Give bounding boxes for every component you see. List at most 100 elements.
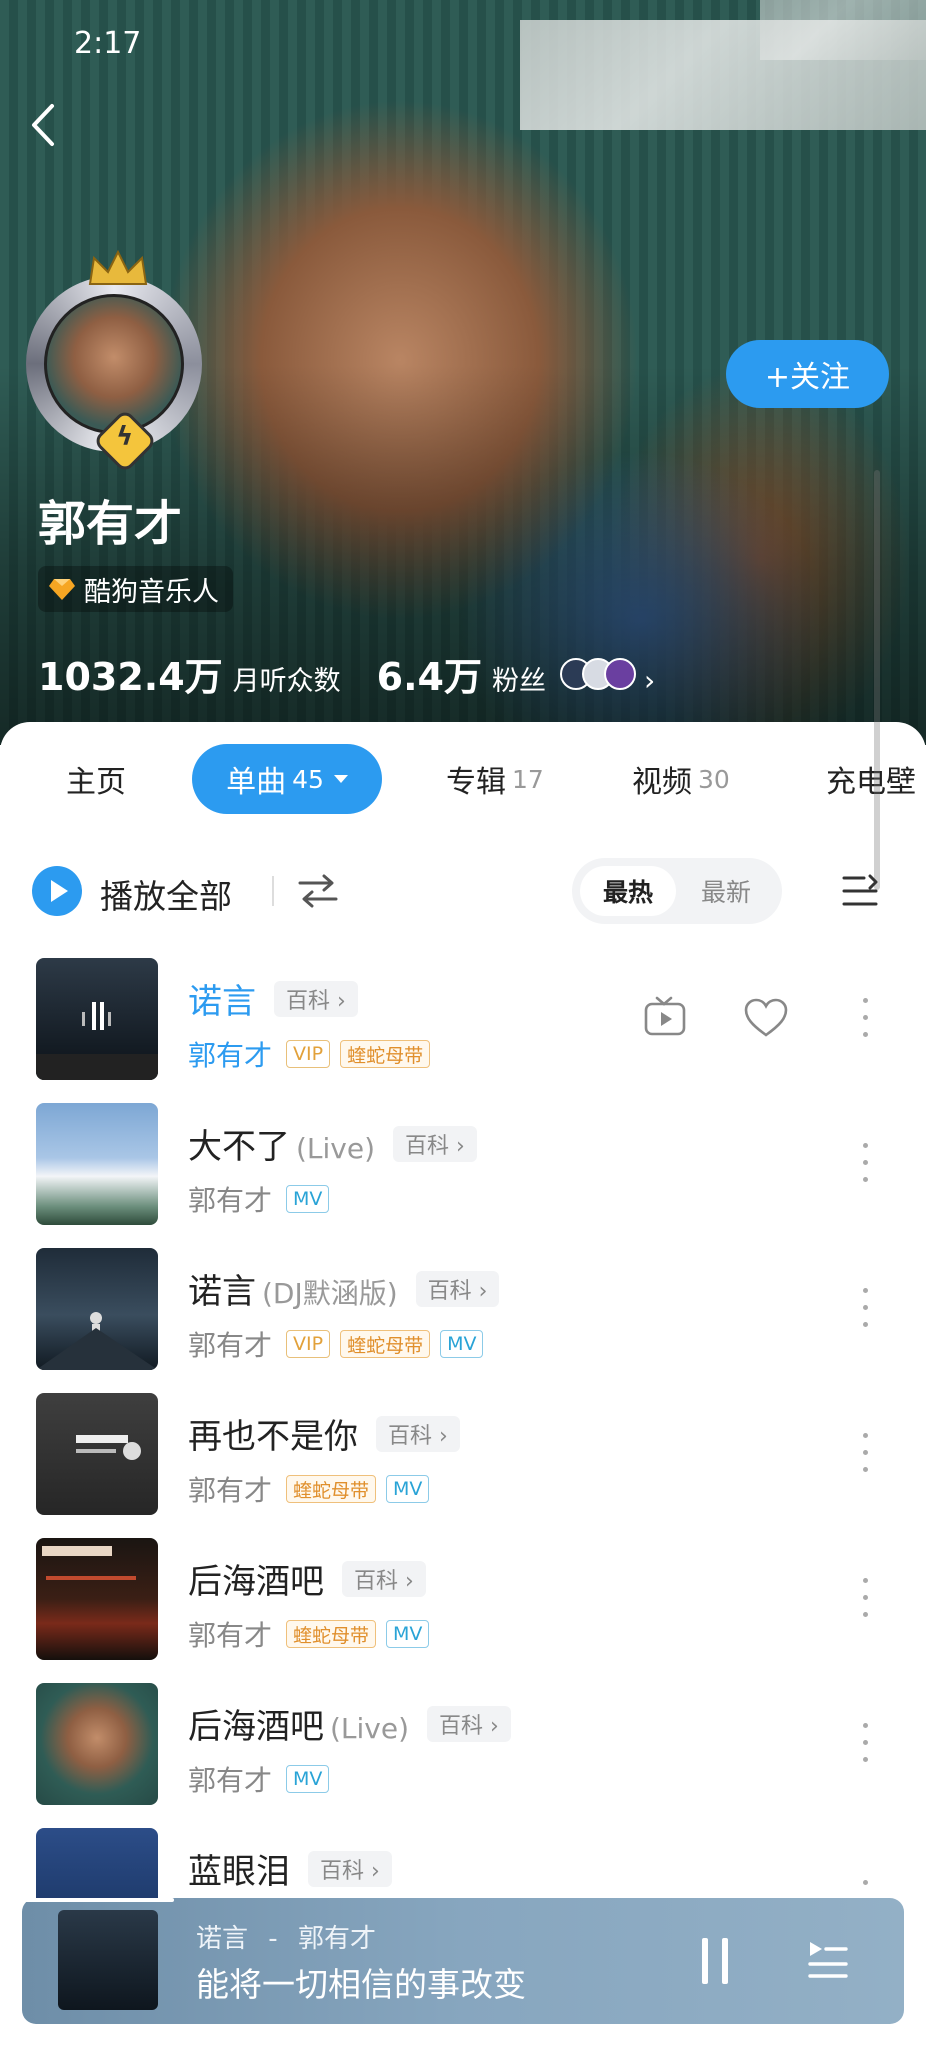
monthly-listeners-label: 月听众数 xyxy=(232,666,341,697)
tab-bar: 主页 单曲 45 专辑 17 视频 30 充电壁 xyxy=(0,744,926,820)
song-suffix: (DJ默涵版) xyxy=(262,1277,398,1310)
song-row[interactable]: 后海酒吧 (Live) 百科 › 郭有才 MV xyxy=(0,1683,926,1828)
more-vertical-icon[interactable] xyxy=(862,1880,870,1898)
now-playing-title: 诺言 - 郭有才 xyxy=(196,1924,376,1954)
song-title: 诺言 xyxy=(188,982,256,1022)
mini-player[interactable]: 诺言 - 郭有才 能将一切相信的事改变 xyxy=(22,1898,904,2024)
mv-badge[interactable]: MV xyxy=(386,1620,430,1648)
monthly-listeners-value: 1032.4万 xyxy=(38,655,223,699)
artist-stats: 1032.4万 月听众数 6.4万 粉丝 › xyxy=(38,646,655,701)
artist-tag[interactable]: 酷狗音乐人 xyxy=(38,566,233,612)
baike-link[interactable]: 百科 › xyxy=(274,980,358,1017)
tab-videos[interactable]: 视频 30 xyxy=(632,744,730,814)
song-title: 蓝眼泪 xyxy=(188,1852,290,1892)
song-cover xyxy=(36,1538,158,1660)
crown-icon xyxy=(88,250,148,285)
baike-link[interactable]: 百科 › xyxy=(393,1125,477,1162)
fans-value: 6.4万 xyxy=(376,655,482,699)
sort-new[interactable]: 最新 xyxy=(678,866,774,916)
now-playing-cover xyxy=(58,1910,158,2010)
artist-header-banner: 2:17 ϟ +关注 郭有才 酷狗音乐人 1032.4万 月听众数 6.4万 粉… xyxy=(0,0,926,745)
song-artist: 郭有才 xyxy=(188,1329,273,1362)
list-toolbar: 播放全部 最热 最新 xyxy=(0,846,926,936)
song-row[interactable]: 再也不是你 百科 › 郭有才 蝰蛇母带 MV xyxy=(0,1393,926,1538)
song-cover xyxy=(36,1248,158,1370)
mv-badge[interactable]: MV xyxy=(286,1185,330,1213)
song-cover xyxy=(36,958,158,1080)
diamond-icon xyxy=(49,579,75,600)
song-row[interactable]: 大不了 (Live) 百科 › 郭有才 MV xyxy=(0,1103,926,1248)
chevron-right-icon[interactable]: › xyxy=(644,664,655,697)
song-row[interactable]: 后海酒吧 百科 › 郭有才 蝰蛇母带 MV xyxy=(0,1538,926,1683)
quality-badge: 蝰蛇母带 xyxy=(340,1330,431,1358)
shuffle-icon[interactable] xyxy=(298,872,338,910)
song-cover xyxy=(36,1828,158,1898)
tab-singles[interactable]: 单曲 45 xyxy=(192,744,382,814)
song-title: 后海酒吧 xyxy=(188,1707,324,1747)
avatar[interactable]: ϟ xyxy=(10,250,216,474)
mv-badge[interactable]: MV xyxy=(286,1765,330,1793)
quality-badge: 蝰蛇母带 xyxy=(286,1620,377,1648)
caret-down-icon xyxy=(333,775,348,783)
baike-link[interactable]: 百科 › xyxy=(342,1560,426,1597)
more-vertical-icon[interactable] xyxy=(862,1288,870,1332)
queue-icon[interactable] xyxy=(806,1938,850,1982)
quality-badge: 蝰蛇母带 xyxy=(286,1475,377,1503)
list-icon[interactable] xyxy=(842,874,878,908)
song-artist: 郭有才 xyxy=(188,1039,273,1072)
song-title: 再也不是你 xyxy=(188,1417,358,1457)
more-vertical-icon[interactable] xyxy=(862,998,870,1042)
fan-avatars[interactable] xyxy=(559,658,636,690)
baike-link[interactable]: 百科 › xyxy=(308,1850,392,1887)
song-suffix: (Live) xyxy=(296,1132,376,1165)
song-suffix: (Live) xyxy=(330,1712,410,1745)
song-artist: 郭有才 xyxy=(188,1764,273,1797)
mosaic-blur xyxy=(760,0,926,60)
more-vertical-icon[interactable] xyxy=(862,1723,870,1767)
play-all-button[interactable]: 播放全部 xyxy=(100,870,232,918)
song-title: 诺言 xyxy=(188,1272,256,1312)
back-arrow-icon[interactable] xyxy=(26,102,60,148)
now-playing-lyric: 能将一切相信的事改变 xyxy=(196,1965,526,2004)
song-cover xyxy=(36,1103,158,1225)
song-artist: 郭有才 xyxy=(188,1184,273,1217)
heart-icon[interactable] xyxy=(744,998,788,1038)
artist-name: 郭有才 xyxy=(38,496,183,552)
sort-hot[interactable]: 最热 xyxy=(580,866,676,916)
status-time: 2:17 xyxy=(74,26,142,61)
pause-icon[interactable] xyxy=(700,1938,730,1984)
divider xyxy=(272,876,274,906)
song-artist: 郭有才 xyxy=(188,1619,273,1652)
play-circle-icon[interactable] xyxy=(32,866,82,916)
vip-badge: VIP xyxy=(286,1040,331,1068)
mv-badge[interactable]: MV xyxy=(386,1475,430,1503)
baike-link[interactable]: 百科 › xyxy=(427,1705,511,1742)
more-vertical-icon[interactable] xyxy=(862,1578,870,1622)
tab-albums[interactable]: 专辑 17 xyxy=(446,744,544,814)
more-vertical-icon[interactable] xyxy=(862,1143,870,1187)
song-row[interactable]: 蓝眼泪 百科 › xyxy=(0,1828,926,1898)
more-vertical-icon[interactable] xyxy=(862,1433,870,1477)
quality-badge: 蝰蛇母带 xyxy=(340,1040,431,1068)
avatar-image xyxy=(44,294,184,434)
baike-link[interactable]: 百科 › xyxy=(415,1270,500,1307)
playback-progress xyxy=(22,1898,174,1902)
tab-wallpaper[interactable]: 充电壁 xyxy=(826,744,916,814)
artist-tag-label: 酷狗音乐人 xyxy=(84,576,219,608)
song-row[interactable]: 诺言 (DJ默涵版) 百科 › 郭有才 VIP 蝰蛇母带 MV xyxy=(0,1248,926,1393)
song-title: 后海酒吧 xyxy=(188,1562,324,1602)
now-playing-artwork xyxy=(38,1910,200,2012)
scrollbar[interactable] xyxy=(874,470,880,890)
follow-button[interactable]: +关注 xyxy=(726,340,889,408)
song-artist: 郭有才 xyxy=(188,1474,273,1507)
vip-badge: VIP xyxy=(286,1330,331,1358)
tab-home[interactable]: 主页 xyxy=(66,744,126,814)
mv-badge[interactable]: MV xyxy=(440,1330,484,1358)
song-row[interactable]: 诺言 百科 › 郭有才 VIP 蝰蛇母带 xyxy=(0,958,926,1103)
fans-label: 粉丝 xyxy=(491,666,546,697)
song-cover xyxy=(36,1393,158,1515)
song-title: 大不了 xyxy=(188,1127,290,1167)
baike-link[interactable]: 百科 › xyxy=(376,1415,460,1452)
video-icon[interactable] xyxy=(644,996,686,1038)
song-cover xyxy=(36,1683,158,1805)
